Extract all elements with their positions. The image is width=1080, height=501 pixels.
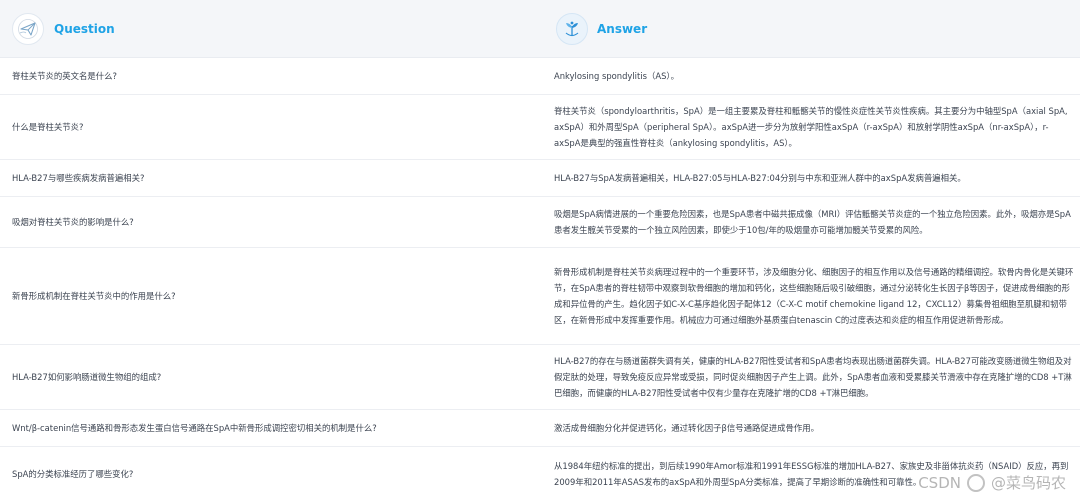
answer-cell: 从1984年纽约标准的提出，到后续1990年Amor标准和1991年ESSG标准… [542,447,1080,501]
answer-text: 脊柱关节炎（spondyloarthritis，SpA）是一组主要累及脊柱和骶髂… [554,105,1068,149]
table-row: 新骨形成机制在脊柱关节炎中的作用是什么? 新骨形成机制是脊柱关节炎病理过程中的一… [0,248,1080,345]
answer-logo-icon [556,12,588,45]
answer-cell: 吸烟是SpA病情进展的一个重要危险因素，也是SpA患者中磁共振成像（MRI）评估… [542,197,1080,247]
table-row: HLA-B27与哪些疾病发病普遍相关? HLA-B27与SpA发病普遍相关，HL… [0,160,1080,197]
table-row: 吸烟对脊柱关节炎的影响是什么? 吸烟是SpA病情进展的一个重要危险因素，也是Sp… [0,197,1080,248]
question-cell: 新骨形成机制在脊柱关节炎中的作用是什么? [12,291,176,301]
table-row: 脊柱关节炎的英文名是什么? Ankylosing spondylitis（AS）… [0,58,1080,95]
table-row: Wnt/β-catenin信号通路和骨形态发生蛋白信号通路在SpA中新骨形成调控… [0,410,1080,447]
answer-cell: 脊柱关节炎（spondyloarthritis，SpA）是一组主要累及脊柱和骶髂… [542,95,1080,159]
question-cell: HLA-B27与哪些疾病发病普遍相关? [12,173,145,183]
question-column-header: Question [0,0,542,57]
answer-column-header: Answer [542,0,1080,57]
table-row: 什么是脊柱关节炎? 脊柱关节炎（spondyloarthritis，SpA）是一… [0,95,1080,160]
question-plane-icon [12,12,44,45]
answer-cell: 新骨形成机制是脊柱关节炎病理过程中的一个重要环节，涉及细胞分化、细胞因子的相互作… [542,248,1080,344]
question-cell: 什么是脊柱关节炎? [12,122,84,132]
table-header: Question Answer [0,0,1080,58]
answer-cell: HLA-B27与SpA发病普遍相关，HLA-B27:05与HLA-B27:04分… [554,172,966,183]
sprout-icon [565,21,579,36]
paper-plane-icon [18,18,38,39]
answer-text: 从1984年纽约标准的提出，到后续1990年Amor标准和1991年ESSG标准… [554,460,1069,487]
answer-cell: Ankylosing spondylitis（AS）。 [554,70,679,81]
question-cell: 吸烟对脊柱关节炎的影响是什么? [12,217,134,227]
answer-text: 吸烟是SpA病情进展的一个重要危险因素，也是SpA患者中磁共振成像（MRI）评估… [554,208,1071,235]
table-row: SpA的分类标准经历了哪些变化? 从1984年纽约标准的提出，到后续1990年A… [0,447,1080,501]
question-cell: Wnt/β-catenin信号通路和骨形态发生蛋白信号通路在SpA中新骨形成调控… [12,423,377,433]
question-cell: 脊柱关节炎的英文名是什么? [12,71,117,81]
answer-cell: HLA-B27的存在与肠道菌群失调有关，健康的HLA-B27阳性受试者和SpA患… [542,345,1080,409]
answer-cell: 激活成骨细胞分化并促进钙化，通过转化因子β信号通路促进成骨作用。 [554,422,819,433]
answer-text: HLA-B27的存在与肠道菌群失调有关，健康的HLA-B27阳性受试者和SpA患… [554,355,1072,399]
table-row: HLA-B27如何影响肠道微生物组的组成? HLA-B27的存在与肠道菌群失调有… [0,345,1080,410]
question-cell: SpA的分类标准经历了哪些变化? [12,469,134,479]
answer-text: 新骨形成机制是脊柱关节炎病理过程中的一个重要环节，涉及细胞分化、细胞因子的相互作… [554,266,1074,326]
question-cell: HLA-B27如何影响肠道微生物组的组成? [12,372,162,382]
question-column-title: Question [54,21,115,36]
answer-column-title: Answer [597,21,648,36]
